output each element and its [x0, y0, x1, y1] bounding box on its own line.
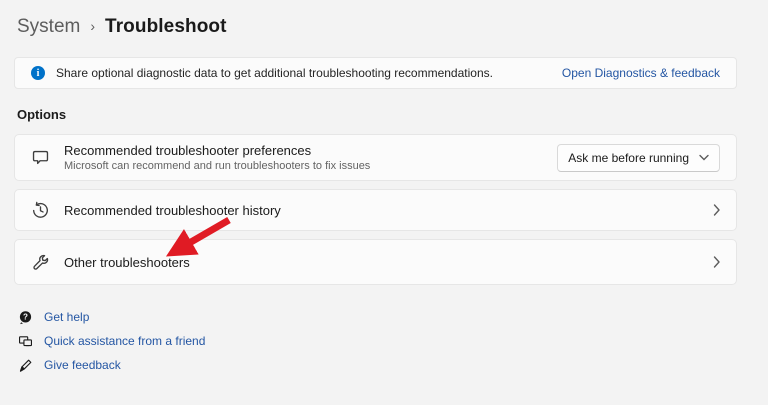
- card-recommended-troubleshooter-preferences: Recommended troubleshooter preferences M…: [14, 134, 737, 181]
- card-title: Other troubleshooters: [64, 255, 190, 270]
- svg-text:?: ?: [23, 312, 28, 321]
- page-title: Troubleshoot: [105, 15, 227, 39]
- card-title: Recommended troubleshooter preferences: [64, 143, 370, 158]
- wrench-icon: [31, 253, 50, 272]
- breadcrumb-system[interactable]: System: [17, 15, 80, 39]
- dropdown-selected-value: Ask me before running: [568, 151, 689, 165]
- footer-link-label: Get help: [44, 310, 89, 324]
- diagnostic-info-banner: i Share optional diagnostic data to get …: [14, 57, 737, 89]
- footer-link-label: Give feedback: [44, 358, 121, 372]
- banner-message: Share optional diagnostic data to get ad…: [56, 66, 493, 80]
- troubleshooter-preference-dropdown[interactable]: Ask me before running: [557, 144, 720, 172]
- give-feedback-link[interactable]: Give feedback: [18, 356, 121, 374]
- breadcrumb: System › Troubleshoot: [17, 15, 227, 39]
- chevron-right-icon: [713, 256, 720, 268]
- quick-assistance-link[interactable]: Quick assistance from a friend: [18, 332, 205, 350]
- get-help-link[interactable]: ? Get help: [18, 308, 89, 326]
- info-icon: i: [31, 66, 45, 80]
- history-icon: [31, 201, 50, 220]
- card-title: Recommended troubleshooter history: [64, 203, 281, 218]
- open-diagnostics-feedback-link[interactable]: Open Diagnostics & feedback: [562, 66, 720, 80]
- get-help-icon: ?: [18, 310, 33, 325]
- card-other-troubleshooters[interactable]: Other troubleshooters: [14, 239, 737, 285]
- card-subtitle: Microsoft can recommend and run troubles…: [64, 160, 370, 172]
- breadcrumb-separator-icon: ›: [90, 14, 95, 38]
- feedback-icon: [18, 358, 33, 373]
- card-text-block: Recommended troubleshooter preferences M…: [64, 143, 370, 172]
- card-recommended-troubleshooter-history[interactable]: Recommended troubleshooter history: [14, 189, 737, 231]
- comment-icon: [31, 148, 50, 167]
- options-section-header: Options: [17, 107, 66, 122]
- footer-link-label: Quick assistance from a friend: [44, 334, 205, 348]
- chevron-right-icon: [713, 204, 720, 216]
- settings-troubleshoot-page: System › Troubleshoot i Share optional d…: [0, 0, 768, 405]
- chevron-down-icon: [699, 154, 709, 161]
- quick-assist-icon: [18, 334, 33, 349]
